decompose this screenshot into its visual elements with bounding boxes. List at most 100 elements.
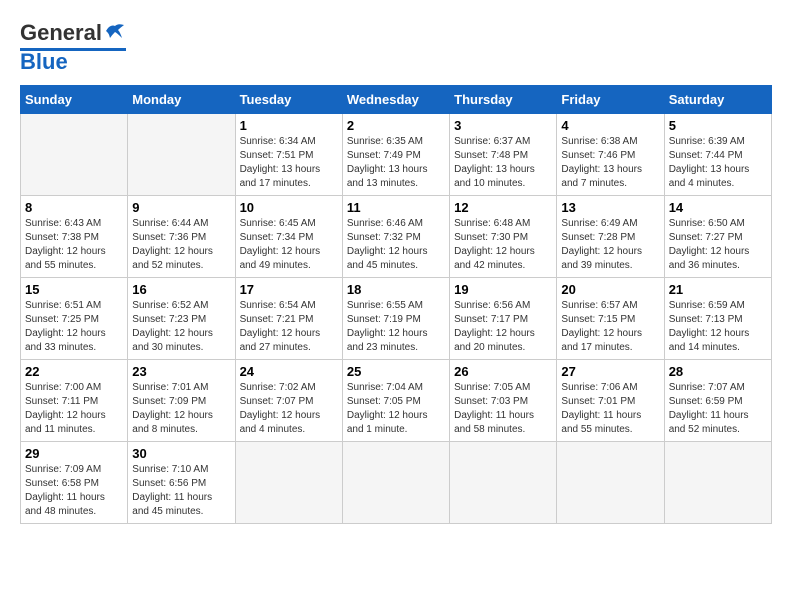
calendar-day-cell: 14 Sunrise: 6:50 AMSunset: 7:27 PMDayligh… [664, 196, 771, 278]
day-number: 9 [132, 200, 230, 215]
calendar-week-row: 15 Sunrise: 6:51 AMSunset: 7:25 PMDayligh… [21, 278, 772, 360]
day-info: Sunrise: 6:46 AMSunset: 7:32 PMDaylight:… [347, 217, 445, 273]
calendar-day-cell: 13 Sunrise: 6:49 AMSunset: 7:28 PMDayligh… [557, 196, 664, 278]
calendar-day-cell: 2 Sunrise: 6:35 AMSunset: 7:49 PMDaylight… [342, 114, 449, 196]
day-info: Sunrise: 6:54 AMSunset: 7:21 PMDaylight:… [240, 299, 338, 355]
day-info: Sunrise: 7:02 AMSunset: 7:07 PMDaylight:… [240, 381, 338, 437]
day-info: Sunrise: 7:01 AMSunset: 7:09 PMDaylight:… [132, 381, 230, 437]
calendar-day-cell [664, 442, 771, 524]
weekday-header-cell: Saturday [664, 86, 771, 114]
day-number: 4 [561, 118, 659, 133]
day-number: 30 [132, 446, 230, 461]
day-info: Sunrise: 6:37 AMSunset: 7:48 PMDaylight:… [454, 135, 552, 191]
day-info: Sunrise: 6:57 AMSunset: 7:15 PMDaylight:… [561, 299, 659, 355]
day-info: Sunrise: 7:10 AMSunset: 6:56 PMDaylight:… [132, 463, 230, 519]
day-info: Sunrise: 7:06 AMSunset: 7:01 PMDaylight:… [561, 381, 659, 437]
day-number: 11 [347, 200, 445, 215]
day-number: 10 [240, 200, 338, 215]
day-info: Sunrise: 6:52 AMSunset: 7:23 PMDaylight:… [132, 299, 230, 355]
logo-bird-icon [104, 22, 126, 40]
day-number: 18 [347, 282, 445, 297]
day-number: 1 [240, 118, 338, 133]
calendar-week-row: 29 Sunrise: 7:09 AMSunset: 6:58 PMDayligh… [21, 442, 772, 524]
weekday-header-cell: Monday [128, 86, 235, 114]
calendar-day-cell: 26 Sunrise: 7:05 AMSunset: 7:03 PMDayligh… [450, 360, 557, 442]
weekday-header-row: SundayMondayTuesdayWednesdayThursdayFrid… [21, 86, 772, 114]
day-number: 26 [454, 364, 552, 379]
day-number: 25 [347, 364, 445, 379]
day-info: Sunrise: 6:43 AMSunset: 7:38 PMDaylight:… [25, 217, 123, 273]
logo-blue: Blue [20, 49, 68, 75]
calendar-day-cell: 5 Sunrise: 6:39 AMSunset: 7:44 PMDaylight… [664, 114, 771, 196]
day-info: Sunrise: 6:38 AMSunset: 7:46 PMDaylight:… [561, 135, 659, 191]
day-info: Sunrise: 6:51 AMSunset: 7:25 PMDaylight:… [25, 299, 123, 355]
calendar-day-cell: 19Sunrise: 6:56 AMSunset: 7:17 PMDayligh… [450, 278, 557, 360]
calendar-day-cell: 11 Sunrise: 6:46 AMSunset: 7:32 PMDayligh… [342, 196, 449, 278]
logo-general: General [20, 20, 102, 46]
day-info: Sunrise: 6:34 AMSunset: 7:51 PMDaylight:… [240, 135, 338, 191]
day-number: 21 [669, 282, 767, 297]
day-number: 28 [669, 364, 767, 379]
calendar-day-cell [128, 114, 235, 196]
calendar-day-cell: 9Sunrise: 6:44 AMSunset: 7:36 PMDaylight… [128, 196, 235, 278]
day-info: Sunrise: 6:50 AMSunset: 7:27 PMDaylight:… [669, 217, 767, 273]
calendar-day-cell: 8 Sunrise: 6:43 AMSunset: 7:38 PMDaylight… [21, 196, 128, 278]
calendar-week-row: 22 Sunrise: 7:00 AMSunset: 7:11 PMDayligh… [21, 360, 772, 442]
day-number: 27 [561, 364, 659, 379]
day-number: 17 [240, 282, 338, 297]
weekday-header-cell: Wednesday [342, 86, 449, 114]
day-number: 22 [25, 364, 123, 379]
calendar-day-cell: 23 Sunrise: 7:01 AMSunset: 7:09 PMDayligh… [128, 360, 235, 442]
calendar-day-cell: 12 Sunrise: 6:48 AMSunset: 7:30 PMDayligh… [450, 196, 557, 278]
calendar-day-cell: 1 Sunrise: 6:34 AMSunset: 7:51 PMDaylight… [235, 114, 342, 196]
calendar-day-cell [235, 442, 342, 524]
calendar-day-cell: 30 Sunrise: 7:10 AMSunset: 6:56 PMDayligh… [128, 442, 235, 524]
day-info: Sunrise: 7:05 AMSunset: 7:03 PMDaylight:… [454, 381, 552, 437]
page-header: General Blue [20, 20, 772, 75]
calendar-day-cell [450, 442, 557, 524]
calendar-day-cell: 10 Sunrise: 6:45 AMSunset: 7:34 PMDayligh… [235, 196, 342, 278]
day-info: Sunrise: 7:04 AMSunset: 7:05 PMDaylight:… [347, 381, 445, 437]
weekday-header-cell: Tuesday [235, 86, 342, 114]
day-info: Sunrise: 6:59 AMSunset: 7:13 PMDaylight:… [669, 299, 767, 355]
calendar-day-cell: 29 Sunrise: 7:09 AMSunset: 6:58 PMDayligh… [21, 442, 128, 524]
day-number: 20 [561, 282, 659, 297]
day-info: Sunrise: 6:49 AMSunset: 7:28 PMDaylight:… [561, 217, 659, 273]
calendar-day-cell [21, 114, 128, 196]
day-info: Sunrise: 6:35 AMSunset: 7:49 PMDaylight:… [347, 135, 445, 191]
day-info: Sunrise: 6:45 AMSunset: 7:34 PMDaylight:… [240, 217, 338, 273]
calendar-week-row: 1 Sunrise: 6:34 AMSunset: 7:51 PMDaylight… [21, 114, 772, 196]
calendar-day-cell [342, 442, 449, 524]
calendar-day-cell: 21 Sunrise: 6:59 AMSunset: 7:13 PMDayligh… [664, 278, 771, 360]
weekday-header-cell: Sunday [21, 86, 128, 114]
day-number: 23 [132, 364, 230, 379]
day-number: 5 [669, 118, 767, 133]
calendar-day-cell: 4 Sunrise: 6:38 AMSunset: 7:46 PMDaylight… [557, 114, 664, 196]
calendar-day-cell: 20 Sunrise: 6:57 AMSunset: 7:15 PMDayligh… [557, 278, 664, 360]
day-number: 14 [669, 200, 767, 215]
day-number: 2 [347, 118, 445, 133]
day-number: 13 [561, 200, 659, 215]
calendar-week-row: 8 Sunrise: 6:43 AMSunset: 7:38 PMDaylight… [21, 196, 772, 278]
day-number: 29 [25, 446, 123, 461]
day-info: Sunrise: 6:56 AMSunset: 7:17 PMDaylight:… [454, 299, 552, 355]
calendar-day-cell: 28 Sunrise: 7:07 AMSunset: 6:59 PMDayligh… [664, 360, 771, 442]
day-number: 12 [454, 200, 552, 215]
day-info: Sunrise: 7:07 AMSunset: 6:59 PMDaylight:… [669, 381, 767, 437]
calendar-day-cell: 27 Sunrise: 7:06 AMSunset: 7:01 PMDayligh… [557, 360, 664, 442]
logo: General Blue [20, 20, 126, 75]
calendar-day-cell: 16Sunrise: 6:52 AMSunset: 7:23 PMDayligh… [128, 278, 235, 360]
day-number: 15 [25, 282, 123, 297]
day-number: 8 [25, 200, 123, 215]
calendar-day-cell: 3 Sunrise: 6:37 AMSunset: 7:48 PMDaylight… [450, 114, 557, 196]
day-info: Sunrise: 6:48 AMSunset: 7:30 PMDaylight:… [454, 217, 552, 273]
weekday-header-cell: Thursday [450, 86, 557, 114]
day-info: Sunrise: 6:39 AMSunset: 7:44 PMDaylight:… [669, 135, 767, 191]
day-info: Sunrise: 7:09 AMSunset: 6:58 PMDaylight:… [25, 463, 123, 519]
day-info: Sunrise: 7:00 AMSunset: 7:11 PMDaylight:… [25, 381, 123, 437]
day-number: 3 [454, 118, 552, 133]
calendar-day-cell: 18Sunrise: 6:55 AMSunset: 7:19 PMDayligh… [342, 278, 449, 360]
calendar-day-cell: 24Sunrise: 7:02 AMSunset: 7:07 PMDayligh… [235, 360, 342, 442]
calendar-day-cell: 22 Sunrise: 7:00 AMSunset: 7:11 PMDayligh… [21, 360, 128, 442]
weekday-header-cell: Friday [557, 86, 664, 114]
